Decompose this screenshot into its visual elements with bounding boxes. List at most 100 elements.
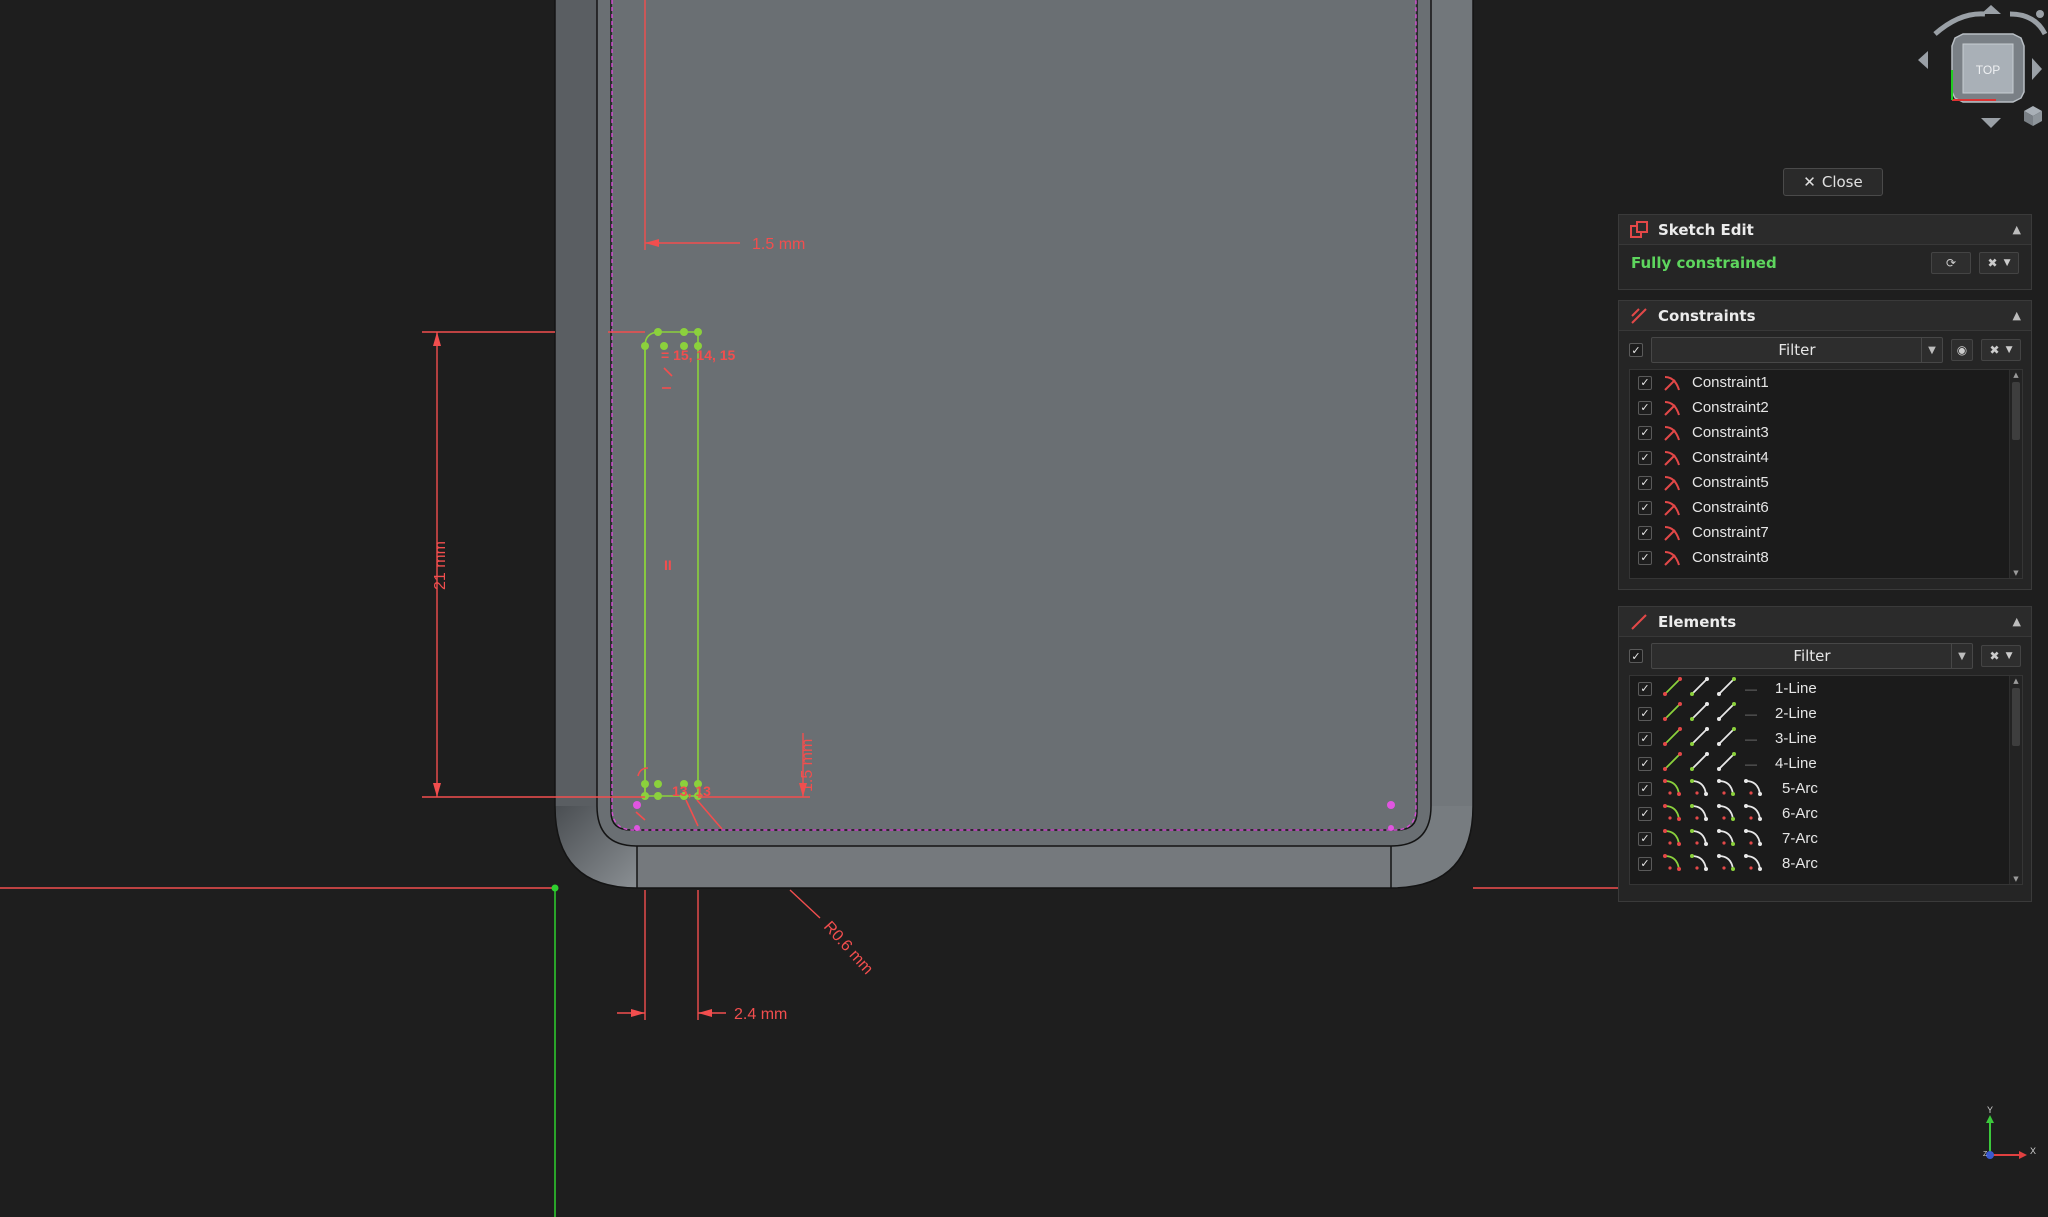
sketch-edit-header[interactable]: Sketch Edit ▲ <box>1619 215 2031 245</box>
start-point-icon[interactable] <box>1689 751 1710 776</box>
edge-icon[interactable] <box>1662 701 1683 726</box>
element-visibility-checkbox[interactable]: ✓ <box>1638 756 1652 771</box>
external-point[interactable] <box>1387 801 1395 809</box>
start-point-icon[interactable] <box>1689 851 1710 876</box>
constraint-row[interactable]: ✓ Constraint7 <box>1630 520 2022 545</box>
edge-icon[interactable] <box>1662 826 1683 851</box>
dimension-bottom-width[interactable] <box>617 890 726 1020</box>
start-point-icon[interactable] <box>1689 701 1710 726</box>
close-button[interactable]: ✕ Close <box>1783 168 1883 196</box>
element-row[interactable]: ✓ — 1-Line <box>1630 676 2022 701</box>
center-point-icon[interactable] <box>1743 851 1764 876</box>
start-point-icon[interactable] <box>1689 676 1710 701</box>
edge-icon[interactable] <box>1662 776 1683 801</box>
constraint-visibility-checkbox[interactable]: ✓ <box>1638 525 1652 540</box>
start-point-icon[interactable] <box>1689 826 1710 851</box>
start-point-icon[interactable] <box>1689 776 1710 801</box>
end-point-icon[interactable] <box>1716 851 1737 876</box>
start-point-icon[interactable] <box>1689 801 1710 826</box>
edge-icon[interactable] <box>1662 801 1683 826</box>
center-point-icon[interactable] <box>1743 776 1764 801</box>
constraints-settings-button[interactable]: ✖ ▼ <box>1981 339 2021 361</box>
constraint-row[interactable]: ✓ Constraint4 <box>1630 445 2022 470</box>
constraint-visibility-checkbox[interactable]: ✓ <box>1638 375 1652 390</box>
constraint-visibility-checkbox[interactable]: ✓ <box>1638 450 1652 465</box>
constraints-select-all-checkbox[interactable]: ✓ <box>1629 343 1643 357</box>
element-row[interactable]: ✓ 6-Arc <box>1630 801 2022 826</box>
dimension-label[interactable]: 1.5 mm <box>752 236 805 253</box>
refresh-button[interactable]: ⟳ <box>1931 252 1971 274</box>
element-visibility-checkbox[interactable]: ✓ <box>1638 706 1652 721</box>
element-row[interactable]: ✓ — 2-Line <box>1630 701 2022 726</box>
center-point-icon[interactable] <box>1743 826 1764 851</box>
navcube-menu-dot[interactable] <box>2036 10 2044 18</box>
end-point-icon[interactable] <box>1716 726 1737 751</box>
collapse-icon[interactable]: ▲ <box>2013 615 2021 628</box>
view-menu-cube-icon[interactable] <box>2024 106 2042 126</box>
start-point-icon[interactable] <box>1689 726 1710 751</box>
edge-icon[interactable] <box>1662 751 1683 776</box>
edge-icon[interactable] <box>1662 726 1683 751</box>
element-visibility-checkbox[interactable]: ✓ <box>1638 731 1652 746</box>
constraint-row[interactable]: ✓ Constraint6 <box>1630 495 2022 520</box>
element-visibility-checkbox[interactable]: ✓ <box>1638 781 1652 796</box>
end-point-icon[interactable] <box>1716 751 1737 776</box>
element-row[interactable]: ✓ 7-Arc <box>1630 826 2022 851</box>
constraint-visibility-checkbox[interactable]: ✓ <box>1638 500 1652 515</box>
element-visibility-checkbox[interactable]: ✓ <box>1638 681 1652 696</box>
equal-constraint-label[interactable]: = 15, 14, 15 <box>661 347 736 363</box>
midpoint-icon[interactable]: — <box>1745 707 1757 721</box>
end-point-icon[interactable] <box>1716 826 1737 851</box>
dimension-label[interactable]: R0.6 mm <box>820 918 876 978</box>
constraint-row[interactable]: ✓ Constraint2 <box>1630 395 2022 420</box>
constraint-row[interactable]: ✓ Constraint5 <box>1630 470 2022 495</box>
dimension-label[interactable]: 1.5 mm <box>799 739 816 792</box>
element-row[interactable]: ✓ — 3-Line <box>1630 726 2022 751</box>
constraint-row[interactable]: ✓ Constraint1 <box>1630 370 2022 395</box>
external-point[interactable] <box>1388 825 1394 831</box>
end-point-icon[interactable] <box>1716 676 1737 701</box>
element-row[interactable]: ✓ 5-Arc <box>1630 776 2022 801</box>
constraint-visibility-checkbox[interactable]: ✓ <box>1638 550 1652 565</box>
elements-list[interactable]: ✓ — 1-Line ✓ — 2-Line ✓ — 3-Line ✓ — 4-Line ✓ 5-Arc ✓ 6… <box>1629 675 2023 885</box>
midpoint-icon[interactable]: — <box>1745 682 1757 696</box>
end-point-icon[interactable] <box>1716 776 1737 801</box>
visibility-button[interactable]: ◉ <box>1951 339 1973 361</box>
constraints-header[interactable]: Constraints ▲ <box>1619 301 2031 331</box>
dimension-label[interactable]: 21 mm <box>432 541 449 590</box>
element-visibility-checkbox[interactable]: ✓ <box>1638 831 1652 846</box>
navigation-cube[interactable]: TOP <box>1918 5 2048 128</box>
center-point-icon[interactable] <box>1743 801 1764 826</box>
element-row[interactable]: ✓ 8-Arc <box>1630 851 2022 876</box>
elements-filter-dropdown[interactable]: Filter ▼ <box>1651 643 1973 669</box>
rotate-left-icon[interactable] <box>1933 11 1986 36</box>
collapse-icon[interactable]: ▲ <box>2013 309 2021 322</box>
constraint-visibility-checkbox[interactable]: ✓ <box>1638 425 1652 440</box>
external-point[interactable] <box>634 825 640 831</box>
end-point-icon[interactable] <box>1716 801 1737 826</box>
end-point-icon[interactable] <box>1716 701 1737 726</box>
dimension-label[interactable]: 2.4 mm <box>734 1006 787 1023</box>
solid-body[interactable] <box>554 0 1474 889</box>
arrow-down-icon[interactable] <box>1981 118 2001 128</box>
elements-select-all-checkbox[interactable]: ✓ <box>1629 649 1643 663</box>
external-point[interactable] <box>633 801 641 809</box>
collapse-icon[interactable]: ▲ <box>2013 223 2021 236</box>
arrow-up-icon[interactable] <box>1981 5 2001 14</box>
constraint-visibility-checkbox[interactable]: ✓ <box>1638 475 1652 490</box>
dimension-radius-leader[interactable] <box>789 889 821 919</box>
arrow-left-icon[interactable] <box>1918 51 1928 78</box>
constraints-list[interactable]: ✓ Constraint1 ✓ Constraint2 ✓ Constraint3 ✓ Con… <box>1629 369 2023 579</box>
constraints-filter-dropdown[interactable]: Filter ▼ <box>1651 337 1943 363</box>
constraint-visibility-checkbox[interactable]: ✓ <box>1638 400 1652 415</box>
settings-dropdown-button[interactable]: ✖ ▼ <box>1979 252 2019 274</box>
parallel-constraint-label[interactable]: II <box>664 557 672 573</box>
elements-scrollbar[interactable]: ▲ ▼ <box>2009 676 2022 884</box>
constraints-scrollbar[interactable]: ▲ ▼ <box>2009 370 2022 578</box>
midpoint-icon[interactable]: — <box>1745 757 1757 771</box>
midpoint-icon[interactable]: — <box>1745 732 1757 746</box>
element-visibility-checkbox[interactable]: ✓ <box>1638 856 1652 871</box>
constraint-row[interactable]: ✓ Constraint8 <box>1630 545 2022 570</box>
edge-icon[interactable] <box>1662 676 1683 701</box>
element-visibility-checkbox[interactable]: ✓ <box>1638 806 1652 821</box>
